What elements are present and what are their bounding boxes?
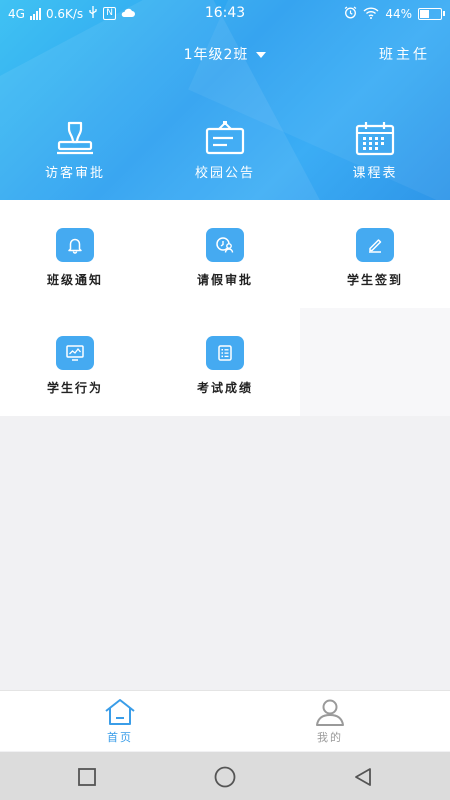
grid-item-class-notice[interactable]: 班级通知: [0, 200, 150, 308]
monitor-chart-icon: [56, 336, 94, 370]
class-selector-label: 1年级2班: [183, 47, 249, 63]
circle-icon: [214, 766, 236, 788]
tab-mine[interactable]: 我的: [280, 697, 380, 745]
grid-item-label: 班级通知: [46, 273, 103, 287]
back-button[interactable]: [343, 764, 383, 790]
header-item-visitor-approval[interactable]: 访客审批: [20, 120, 130, 181]
function-grid: 班级通知 请假审批 学生签到 学生行为 考试成绩: [0, 200, 450, 416]
alarm-icon: [344, 6, 357, 22]
battery-level: 44%: [385, 7, 412, 21]
grid-item-student-behavior[interactable]: 学生行为: [0, 308, 150, 416]
bottom-tab-bar: 首页 我的: [0, 690, 450, 751]
header-item-campus-notice[interactable]: 校园公告: [170, 120, 280, 181]
battery-icon: [418, 8, 445, 20]
header-item-label: 访客审批: [44, 166, 105, 181]
header-item-label: 课程表: [352, 166, 398, 181]
stamp-icon: [57, 121, 93, 155]
grid-empty-cell: [300, 308, 450, 416]
grid-item-label: 学生签到: [346, 273, 403, 287]
header-item-label: 校园公告: [194, 166, 255, 181]
clock-user-icon: [206, 228, 244, 262]
role-label: 班主任: [379, 47, 430, 63]
tab-label: 我的: [317, 731, 343, 744]
tab-label: 首页: [107, 731, 133, 744]
status-bar: 4G 0.6K/s N 16:43 44%: [0, 0, 450, 28]
list-icon: [206, 336, 244, 370]
square-icon: [78, 768, 96, 786]
calendar-icon: [355, 122, 395, 156]
bell-icon: [56, 228, 94, 262]
wifi-icon: [363, 6, 379, 22]
grid-item-label: 请假审批: [196, 273, 253, 287]
grid-item-exam-scores[interactable]: 考试成绩: [150, 308, 300, 416]
grid-item-label: 学生行为: [46, 381, 103, 395]
grid-item-label: 考试成绩: [196, 381, 253, 395]
header-item-timetable[interactable]: 课程表: [320, 120, 430, 181]
grid-item-student-checkin[interactable]: 学生签到: [300, 200, 450, 308]
tab-home[interactable]: 首页: [70, 697, 170, 745]
grid-item-leave-approval[interactable]: 请假审批: [150, 200, 300, 308]
user-icon: [316, 699, 344, 726]
home-icon: [105, 699, 135, 725]
recents-button[interactable]: [67, 764, 107, 790]
system-nav-bar: [0, 752, 450, 800]
home-button[interactable]: [205, 764, 245, 790]
notice-board-icon: [205, 121, 245, 155]
pen-icon: [356, 228, 394, 262]
triangle-back-icon: [355, 768, 371, 786]
caret-down-icon: [256, 52, 267, 58]
